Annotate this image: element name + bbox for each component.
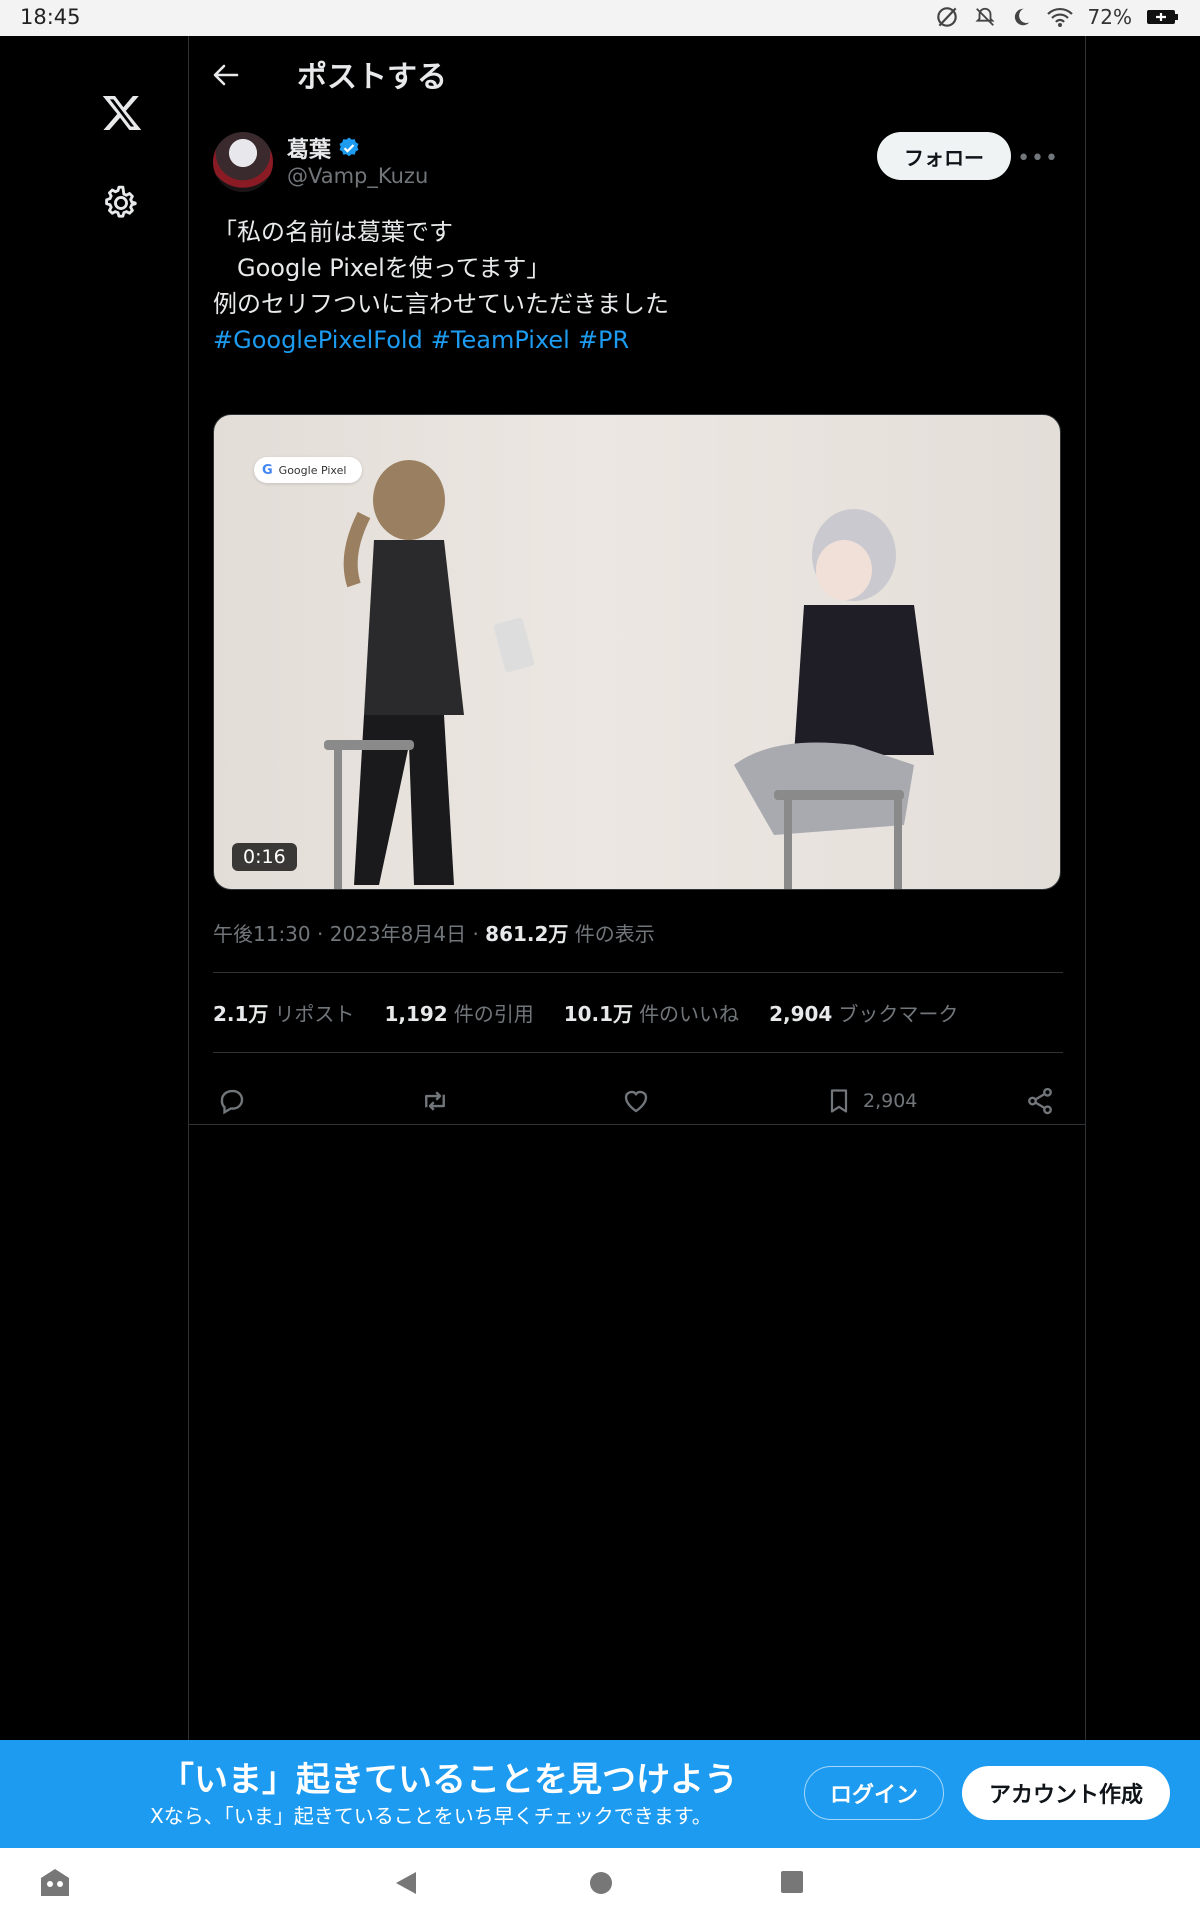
repost-button[interactable]: [419, 1086, 451, 1116]
post-stats: 2.1万 リポスト 1,192 件の引用 10.1万 件のいいね 2,904 ブックマー…: [213, 998, 958, 1027]
divider: [213, 972, 1063, 973]
meta-separator: ·: [317, 922, 324, 946]
post-text-line: 例のセリフついに言わせていただきました: [213, 290, 669, 318]
stat-label: 件の引用: [453, 1002, 534, 1026]
stat-bookmarks[interactable]: 2,904 ブックマーク: [769, 998, 958, 1027]
video-player[interactable]: G Google Pixel 0:16: [213, 414, 1061, 890]
stat-count: 1,192: [384, 1002, 448, 1026]
stat-count: 2,904: [769, 1002, 833, 1026]
divider: [189, 1124, 1085, 1125]
author-handle[interactable]: @Vamp_Kuzu: [287, 164, 428, 188]
bookmark-button[interactable]: 2,904: [825, 1086, 917, 1116]
system-nav-bar: [0, 1848, 1200, 1920]
stat-label: ブックマーク: [838, 1002, 959, 1026]
page-header: ポストする: [189, 36, 1085, 112]
notifications-off-icon: [975, 7, 995, 26]
hashtag-link[interactable]: #GooglePixelFold: [213, 326, 423, 354]
battery-charging-icon: [1147, 10, 1178, 24]
recents-nav-icon[interactable]: [780, 1870, 804, 1894]
back-nav-icon[interactable]: [394, 1870, 418, 1896]
do-not-disturb-icon: [1014, 8, 1029, 26]
post-text-line: Google Pixelを使ってます」: [213, 254, 551, 282]
bookmark-count: 2,904: [863, 1090, 918, 1112]
verified-badge-icon: [339, 137, 359, 157]
views-label: 件の表示: [574, 922, 655, 946]
x-logo-icon[interactable]: [100, 92, 144, 134]
left-rail: [0, 36, 188, 1740]
stat-label: 件のいいね: [639, 1002, 740, 1026]
kids-mode-icon[interactable]: [38, 1866, 72, 1898]
login-button[interactable]: ログイン: [804, 1766, 944, 1820]
status-bar: 18:45 72%: [0, 0, 1200, 36]
post-author: 葛葉 @Vamp_Kuzu フォロー •••: [213, 132, 1063, 196]
stat-label: リポスト: [274, 1002, 355, 1026]
post-time[interactable]: 午後11:30: [213, 922, 311, 946]
like-button[interactable]: [621, 1086, 651, 1116]
share-icon: [1028, 1087, 1052, 1115]
video-thumbnail: [324, 460, 934, 889]
google-pixel-label: Google Pixel: [278, 463, 347, 477]
views-count: 861.2万: [485, 922, 569, 946]
wifi-icon: [1046, 7, 1073, 27]
status-icons: 72%: [934, 4, 1180, 30]
reply-icon: [220, 1089, 244, 1115]
create-account-button[interactable]: アカウント作成: [962, 1766, 1170, 1820]
back-arrow-icon[interactable]: [213, 64, 239, 86]
post-date[interactable]: 2023年8月4日: [330, 922, 466, 946]
share-button[interactable]: [1025, 1086, 1055, 1116]
google-g-logo-icon: G: [262, 462, 273, 478]
avatar[interactable]: [213, 132, 273, 192]
bookmark-icon: [830, 1089, 848, 1113]
video-duration: 0:16: [232, 843, 297, 871]
follow-button[interactable]: フォロー: [877, 132, 1011, 180]
settings-gear-icon[interactable]: [102, 184, 140, 222]
signup-banner: 「いま」起きていることを見つけよう Xなら、「いま」起きていることをいち早くチェ…: [0, 1740, 1200, 1848]
post-text-line: 「私の名前は葛葉です: [213, 218, 453, 246]
post-actions: 2,904: [213, 1086, 1063, 1136]
more-options-icon[interactable]: •••: [1017, 146, 1059, 171]
status-time: 18:45: [20, 5, 81, 29]
home-nav-icon[interactable]: [588, 1870, 614, 1896]
divider: [213, 1052, 1063, 1053]
hashtag-link[interactable]: #TeamPixel: [431, 326, 570, 354]
post-text: 「私の名前は葛葉です Google Pixelを使ってます」 例のセリフついに言…: [213, 214, 1053, 358]
stat-count: 2.1万: [213, 1002, 269, 1026]
reply-button[interactable]: [217, 1086, 247, 1116]
banner-title: 「いま」起きていることを見つけよう: [160, 1760, 738, 1800]
hashtag-link[interactable]: #PR: [578, 326, 629, 354]
google-pixel-chip: G Google Pixel: [254, 457, 362, 483]
stat-count: 10.1万: [563, 1002, 634, 1026]
author-name-row: 葛葉: [287, 132, 361, 164]
main-column: ポストする 葛葉 @Vamp_Kuzu フォロー ••• 「私の名前は葛葉です …: [188, 36, 1086, 1740]
repost-icon: [425, 1091, 445, 1111]
stat-quotes[interactable]: 1,192 件の引用: [384, 998, 533, 1027]
hashtags: #GooglePixelFold #TeamPixel #PR: [213, 322, 1053, 358]
page-title: ポストする: [297, 60, 447, 95]
battery-percent: 72%: [1087, 5, 1132, 29]
banner-subtitle: Xなら、「いま」起きていることをいち早くチェックできます。: [150, 1804, 712, 1828]
meta-separator: ·: [472, 922, 479, 946]
heart-icon: [624, 1090, 648, 1113]
post-meta: 午後11:30 · 2023年8月4日 · 861.2万 件の表示: [213, 918, 655, 947]
data-saver-icon: [936, 7, 957, 27]
stat-reposts[interactable]: 2.1万 リポスト: [213, 998, 354, 1027]
stat-likes[interactable]: 10.1万 件のいいね: [564, 998, 739, 1027]
author-display-name[interactable]: 葛葉: [287, 132, 331, 164]
